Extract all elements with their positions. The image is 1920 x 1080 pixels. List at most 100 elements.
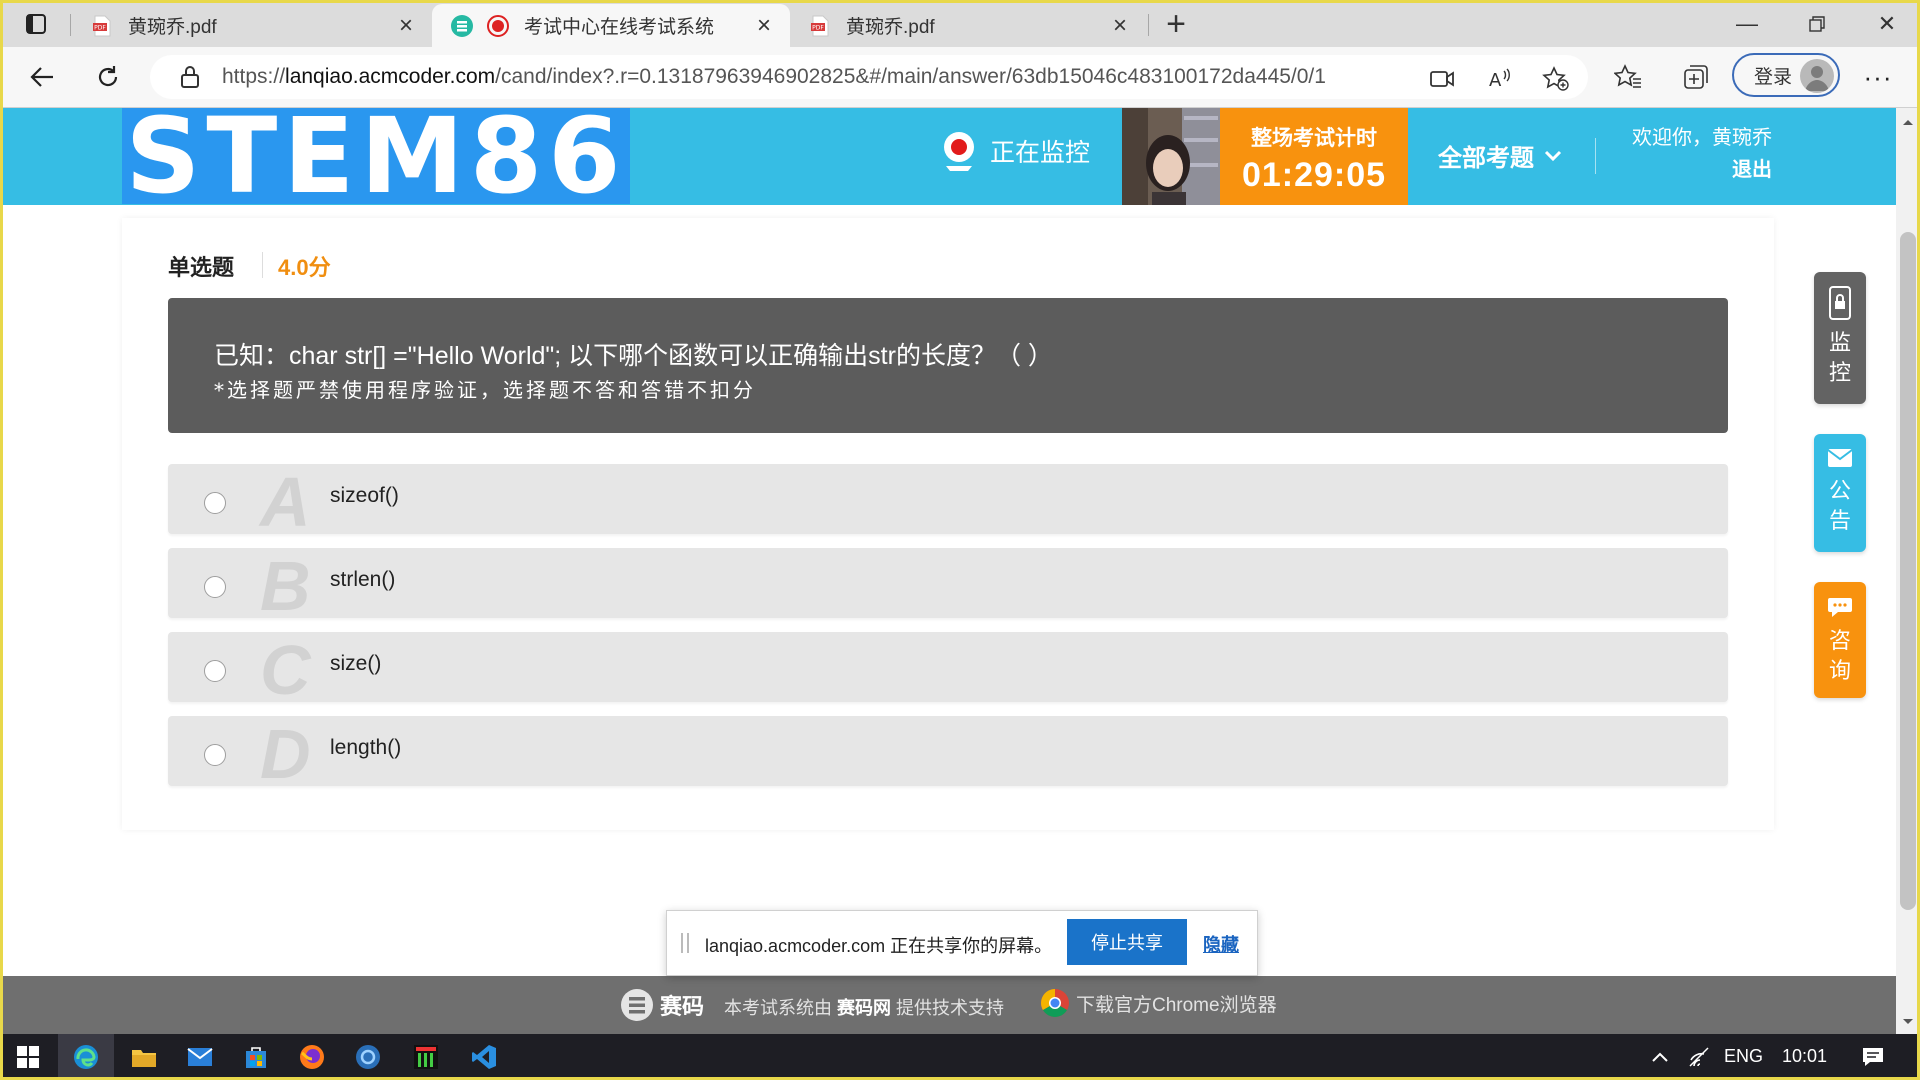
browser-tabstrip: PDF 黄琬乔.pdf × 考试中心在线考试系统 × PDF 黄琬乔.pdf ×… bbox=[0, 0, 1920, 47]
stop-sharing-button[interactable]: 停止共享 bbox=[1067, 919, 1187, 965]
tech-support-text: 本考试系统由 赛码网 提供技术支持 bbox=[724, 998, 1005, 1018]
address-bar[interactable]: https://lanqiao.acmcoder.com/cand/index?… bbox=[150, 55, 1588, 99]
tab-title: 黄琬乔.pdf bbox=[128, 17, 217, 38]
favorites-button[interactable] bbox=[1612, 61, 1644, 93]
app-circle-icon bbox=[356, 1045, 380, 1069]
tab-separator bbox=[70, 14, 71, 36]
side-button-char: 询 bbox=[1828, 658, 1851, 683]
exam-timer: 整场考试计时 01:29:05 bbox=[1220, 108, 1408, 205]
share-message: lanqiao.acmcoder.com 正在共享你的屏幕。 bbox=[705, 936, 1053, 956]
question-meta-divider bbox=[262, 252, 263, 278]
more-menu-button[interactable]: ··· bbox=[1862, 61, 1894, 93]
close-icon[interactable]: × bbox=[752, 12, 776, 40]
tab-title: 考试中心在线考试系统 bbox=[524, 17, 715, 38]
hide-share-bar-link[interactable]: 隐藏 bbox=[1203, 931, 1239, 957]
side-button-char: 监 bbox=[1828, 330, 1851, 355]
scroll-down-icon[interactable] bbox=[1896, 1012, 1920, 1032]
option-c[interactable]: C size() bbox=[168, 632, 1728, 708]
option-d[interactable]: D length() bbox=[168, 716, 1728, 792]
folder-icon bbox=[132, 1050, 156, 1067]
terminal-app-icon bbox=[414, 1045, 438, 1069]
drag-handle-icon[interactable] bbox=[681, 933, 689, 953]
tab-pdf-1[interactable]: PDF 黄琬乔.pdf × bbox=[72, 4, 432, 47]
option-text: length() bbox=[330, 736, 402, 759]
refresh-button[interactable] bbox=[88, 57, 128, 97]
scroll-up-icon[interactable] bbox=[1896, 112, 1920, 132]
chrome-link-label: 下载官方Chrome浏览器 bbox=[1076, 994, 1277, 1016]
taskbar-edge[interactable] bbox=[58, 1034, 114, 1080]
saima-logo-icon bbox=[621, 989, 653, 1021]
windows-taskbar: ENG 10:01 bbox=[0, 1034, 1920, 1080]
notification-icon[interactable] bbox=[1860, 1044, 1886, 1070]
tab-title: 黄琬乔.pdf bbox=[846, 17, 935, 38]
option-letter: A bbox=[260, 463, 311, 541]
site-icon bbox=[451, 14, 473, 37]
option-b[interactable]: B strlen() bbox=[168, 548, 1728, 624]
close-window-button[interactable]: ✕ bbox=[1852, 0, 1920, 47]
radio-button[interactable] bbox=[204, 576, 226, 598]
radio-button[interactable] bbox=[204, 744, 226, 766]
svg-text:PDF: PDF bbox=[812, 24, 824, 31]
taskbar-mail[interactable] bbox=[172, 1034, 228, 1080]
pdf-icon: PDF bbox=[93, 15, 111, 36]
new-tab-button[interactable]: + bbox=[1158, 6, 1194, 42]
saima-brand: 赛码 bbox=[620, 988, 704, 1022]
chat-icon bbox=[1828, 598, 1852, 617]
collections-button[interactable] bbox=[1680, 61, 1712, 93]
option-a[interactable]: A sizeof() bbox=[168, 464, 1728, 540]
monitoring-status: 正在监控 bbox=[940, 130, 1090, 172]
download-chrome-link[interactable]: 下载官方Chrome浏览器 bbox=[1040, 988, 1277, 1018]
tab-separator bbox=[1148, 14, 1149, 36]
start-button[interactable] bbox=[0, 1034, 56, 1080]
input-language[interactable]: ENG bbox=[1724, 1046, 1763, 1067]
side-button-char: 咨 bbox=[1828, 628, 1851, 653]
brand-name: 赛码 bbox=[660, 994, 705, 1019]
login-button[interactable]: 登录 bbox=[1732, 53, 1840, 97]
back-button[interactable] bbox=[22, 57, 62, 97]
read-aloud-icon[interactable]: A bbox=[1486, 65, 1514, 93]
tab-exam-center[interactable]: 考试中心在线考试系统 × bbox=[432, 4, 790, 47]
side-monitor-button[interactable]: 监 控 bbox=[1814, 272, 1866, 404]
chrome-icon bbox=[1041, 989, 1069, 1017]
all-questions-dropdown[interactable]: 全部考题 bbox=[1438, 138, 1564, 173]
wifi-icon[interactable] bbox=[1688, 1046, 1712, 1068]
all-questions-label: 全部考题 bbox=[1438, 145, 1534, 172]
close-icon[interactable]: × bbox=[394, 12, 418, 40]
side-button-char: 控 bbox=[1828, 360, 1851, 385]
radio-button[interactable] bbox=[204, 492, 226, 514]
side-announcement-button[interactable]: 公 告 bbox=[1814, 434, 1866, 552]
firefox-icon bbox=[300, 1045, 324, 1069]
timer-value: 01:29:05 bbox=[1241, 156, 1387, 194]
refresh-icon bbox=[98, 66, 118, 87]
taskbar-store[interactable] bbox=[228, 1034, 284, 1080]
svg-text:A: A bbox=[1489, 70, 1502, 91]
taskbar-firefox[interactable] bbox=[284, 1034, 340, 1080]
timer-label: 整场考试计时 bbox=[1251, 127, 1377, 150]
add-favorite-icon[interactable] bbox=[1542, 65, 1570, 93]
page-footer: 赛码 本考试系统由 赛码网 提供技术支持 下载官方Chrome浏览器 bbox=[0, 976, 1896, 1034]
close-icon[interactable]: × bbox=[1108, 12, 1132, 40]
taskbar-file-explorer[interactable] bbox=[116, 1034, 172, 1080]
clock[interactable]: 10:01 bbox=[1782, 1046, 1827, 1067]
collections-icon bbox=[1684, 65, 1708, 89]
url-text: https://lanqiao.acmcoder.com/cand/index?… bbox=[222, 65, 1326, 88]
minimize-button[interactable]: — bbox=[1712, 0, 1782, 47]
screen-share-bar: lanqiao.acmcoder.com 正在共享你的屏幕。 停止共享 隐藏 bbox=[666, 910, 1258, 976]
scroll-thumb[interactable] bbox=[1900, 232, 1916, 910]
store-icon bbox=[246, 1047, 266, 1068]
side-consult-button[interactable]: 咨 询 bbox=[1814, 582, 1866, 698]
taskbar-vscode[interactable] bbox=[456, 1034, 512, 1080]
minimize-icon: — bbox=[1736, 10, 1758, 36]
svg-text:PDF: PDF bbox=[94, 24, 106, 31]
taskbar-app-blue[interactable] bbox=[340, 1034, 396, 1080]
video-icon[interactable] bbox=[1428, 65, 1456, 93]
radio-button[interactable] bbox=[204, 660, 226, 682]
chevron-up-icon[interactable] bbox=[1650, 1048, 1670, 1066]
taskbar-app-green[interactable] bbox=[398, 1034, 454, 1080]
restore-button[interactable] bbox=[1782, 0, 1852, 47]
side-button-char: 公 bbox=[1828, 478, 1851, 503]
logout-link[interactable]: 退出 bbox=[1612, 154, 1772, 186]
mail-icon bbox=[187, 1048, 213, 1066]
tab-actions-button[interactable] bbox=[14, 8, 58, 40]
tab-pdf-2[interactable]: PDF 黄琬乔.pdf × bbox=[790, 4, 1146, 47]
